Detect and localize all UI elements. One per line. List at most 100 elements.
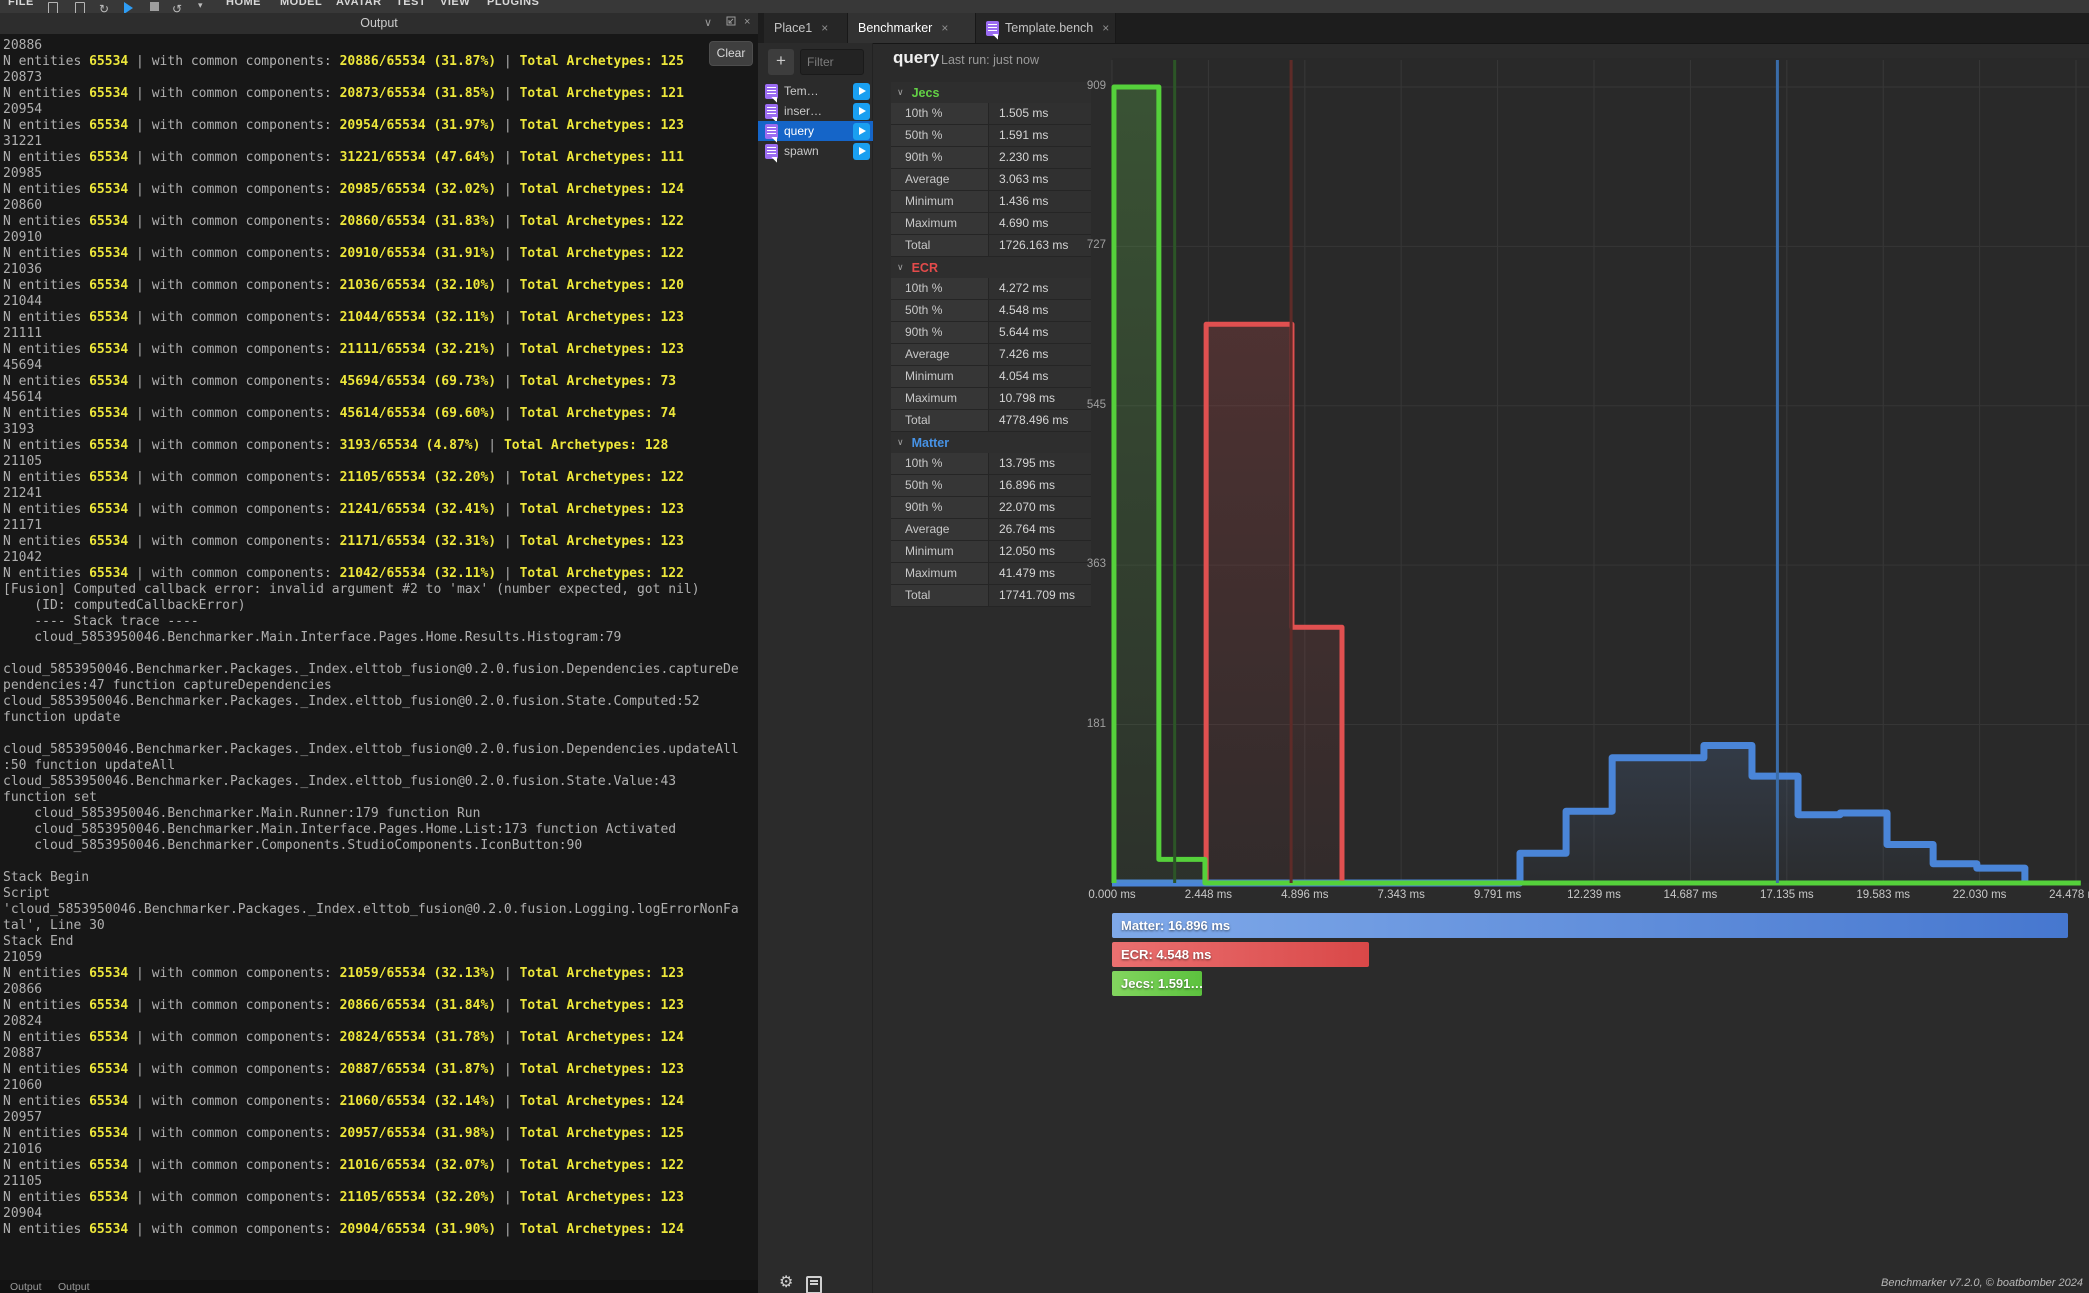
log-entry-line: N entities 65534 | with common component… — [3, 438, 739, 454]
collapse-chevron-icon[interactable]: ∨ — [704, 16, 712, 29]
log-entry-line: N entities 65534 | with common component… — [3, 1062, 739, 1078]
close-icon[interactable]: × — [744, 16, 750, 28]
log-entry-line: N entities 65534 | with common component… — [3, 470, 739, 486]
log-error-line: cloud_5853950046.Benchmarker.Main.Runner… — [3, 806, 739, 822]
menu-avatar[interactable]: AVATAR — [336, 0, 382, 13]
log-error-line: cloud_5853950046.Benchmarker.Packages._I… — [3, 662, 739, 678]
add-benchmark-button[interactable]: + — [768, 49, 794, 75]
stat-value: 16.896 ms — [988, 475, 1091, 496]
menu-test[interactable]: TEST — [396, 0, 426, 13]
settings-gear-icon[interactable]: ⚙ — [779, 1272, 793, 1292]
menu-file[interactable]: FILE — [8, 0, 34, 13]
tab-close-icon[interactable]: × — [1102, 21, 1109, 35]
output-log: 20886 N entities 65534 | with common comp… — [3, 38, 739, 1238]
log-entry-line: N entities 65534 | with common component… — [3, 1030, 739, 1046]
stat-value: 26.764 ms — [988, 519, 1091, 540]
script-icon — [765, 124, 778, 139]
stat-row: Maximum4.690 ms — [891, 213, 1091, 235]
log-error-line: pendencies:47 function captureDependenci… — [3, 678, 739, 694]
bench-item-spawn[interactable]: spawn — [758, 141, 873, 161]
tab-template-bench[interactable]: Template.bench× — [976, 13, 1116, 43]
save-icon[interactable] — [75, 2, 85, 13]
tab-place1[interactable]: Place1× — [764, 13, 848, 43]
chevron-down-icon: ∨ — [897, 437, 904, 448]
bench-item-query[interactable]: query — [758, 121, 873, 141]
stat-label: Total — [891, 585, 988, 606]
clear-button[interactable]: Clear — [709, 41, 753, 66]
stop-icon[interactable] — [150, 2, 159, 11]
menu-home[interactable]: HOME — [226, 0, 261, 13]
dock-tab-output[interactable]: Output — [10, 1281, 42, 1293]
caret-down-icon[interactable]: ▾ — [198, 0, 203, 11]
stat-label: 10th % — [891, 278, 988, 299]
stat-label: 10th % — [891, 453, 988, 474]
chart-legend: Matter: 16.896 msECR: 4.548 msJecs: 1.59… — [1112, 913, 2068, 1000]
log-entry-line: N entities 65534 | with common component… — [3, 566, 739, 582]
output-panel-title: Output — [0, 16, 758, 30]
stat-row: Average26.764 ms — [891, 519, 1091, 541]
stat-value: 4.690 ms — [988, 213, 1091, 234]
tab-close-icon[interactable]: × — [821, 21, 828, 35]
run-benchmark-button[interactable] — [853, 123, 870, 140]
menu-view[interactable]: VIEW — [440, 0, 470, 13]
stat-row: Average3.063 ms — [891, 169, 1091, 191]
log-error-line: cloud_5853950046.Benchmarker.Packages._I… — [3, 742, 739, 758]
play-icon[interactable] — [124, 2, 133, 13]
log-count-line: 21111 — [3, 326, 739, 342]
stat-value: 13.795 ms — [988, 453, 1091, 474]
dock-restore-icon[interactable] — [726, 16, 736, 29]
stat-row: Total17741.709 ms — [891, 585, 1091, 607]
redo-icon[interactable]: ↻ — [99, 2, 109, 13]
dock-tab-output[interactable]: Output — [58, 1281, 90, 1293]
bench-item-inser[interactable]: inser… — [758, 101, 873, 121]
log-entry-line: N entities 65534 | with common component… — [3, 998, 739, 1014]
run-benchmark-button[interactable] — [853, 143, 870, 160]
stat-value: 1.505 ms — [988, 103, 1091, 124]
log-count-line: 21042 — [3, 550, 739, 566]
log-error-line: ---- Stack trace ---- — [3, 614, 739, 630]
stat-row: Average7.426 ms — [891, 344, 1091, 366]
log-error-line: :50 function updateAll — [3, 758, 739, 774]
log-entry-line: N entities 65534 | with common component… — [3, 1222, 739, 1238]
undo-icon[interactable]: ↺ — [172, 2, 182, 13]
filter-input[interactable] — [800, 49, 864, 75]
stat-row: 50th %4.548 ms — [891, 300, 1091, 322]
clipboard-icon[interactable] — [48, 2, 58, 13]
log-entry-line: N entities 65534 | with common component… — [3, 278, 739, 294]
log-error-line: Stack Begin — [3, 870, 739, 886]
log-count-line: 20886 — [3, 38, 739, 54]
log-error-line: Script — [3, 886, 739, 902]
credit-text: Benchmarker v7.2.0, © boatbomber 2024 — [1881, 1277, 2083, 1289]
output-header: Output ∨ × — [0, 13, 758, 35]
run-benchmark-button[interactable] — [853, 83, 870, 100]
x-axis-tick-label: 4.896 ms — [1263, 889, 1347, 901]
log-error-line: cloud_5853950046.Benchmarker.Main.Interf… — [3, 822, 739, 838]
run-benchmark-button[interactable] — [853, 103, 870, 120]
log-count-line: 21044 — [3, 294, 739, 310]
stat-label: Average — [891, 169, 988, 190]
output-console[interactable]: 20886 N entities 65534 | with common comp… — [0, 34, 758, 1280]
tab-benchmarker[interactable]: Benchmarker× — [848, 13, 976, 43]
log-entry-line: N entities 65534 | with common component… — [3, 246, 739, 262]
bench-item-Tem[interactable]: Tem… — [758, 81, 873, 101]
log-count-line: 3193 — [3, 422, 739, 438]
tab-close-icon[interactable]: × — [941, 21, 948, 35]
log-entry-line: N entities 65534 | with common component… — [3, 374, 739, 390]
log-count-line: 20904 — [3, 1206, 739, 1222]
menu-plugins[interactable]: PLUGINS — [487, 0, 539, 13]
y-axis-tick-label: 727 — [1060, 239, 1106, 251]
stat-label: 50th % — [891, 475, 988, 496]
log-error-line: cloud_5853950046.Benchmarker.Packages._I… — [3, 774, 739, 790]
stat-label: Average — [891, 344, 988, 365]
stats-section-header-matter[interactable]: ∨Matter — [891, 432, 1091, 453]
legend-matter: Matter: 16.896 ms — [1112, 913, 2068, 938]
x-axis-tick-label: 9.791 ms — [1456, 889, 1540, 901]
stat-label: 50th % — [891, 125, 988, 146]
stat-label: Total — [891, 410, 988, 431]
stats-section-header-ecr[interactable]: ∨ECR — [891, 257, 1091, 278]
stat-value: 4.272 ms — [988, 278, 1091, 299]
menu-model[interactable]: MODEL — [280, 0, 322, 13]
docs-book-icon[interactable] — [806, 1276, 822, 1293]
stat-row: Minimum1.436 ms — [891, 191, 1091, 213]
stat-label: Maximum — [891, 388, 988, 409]
